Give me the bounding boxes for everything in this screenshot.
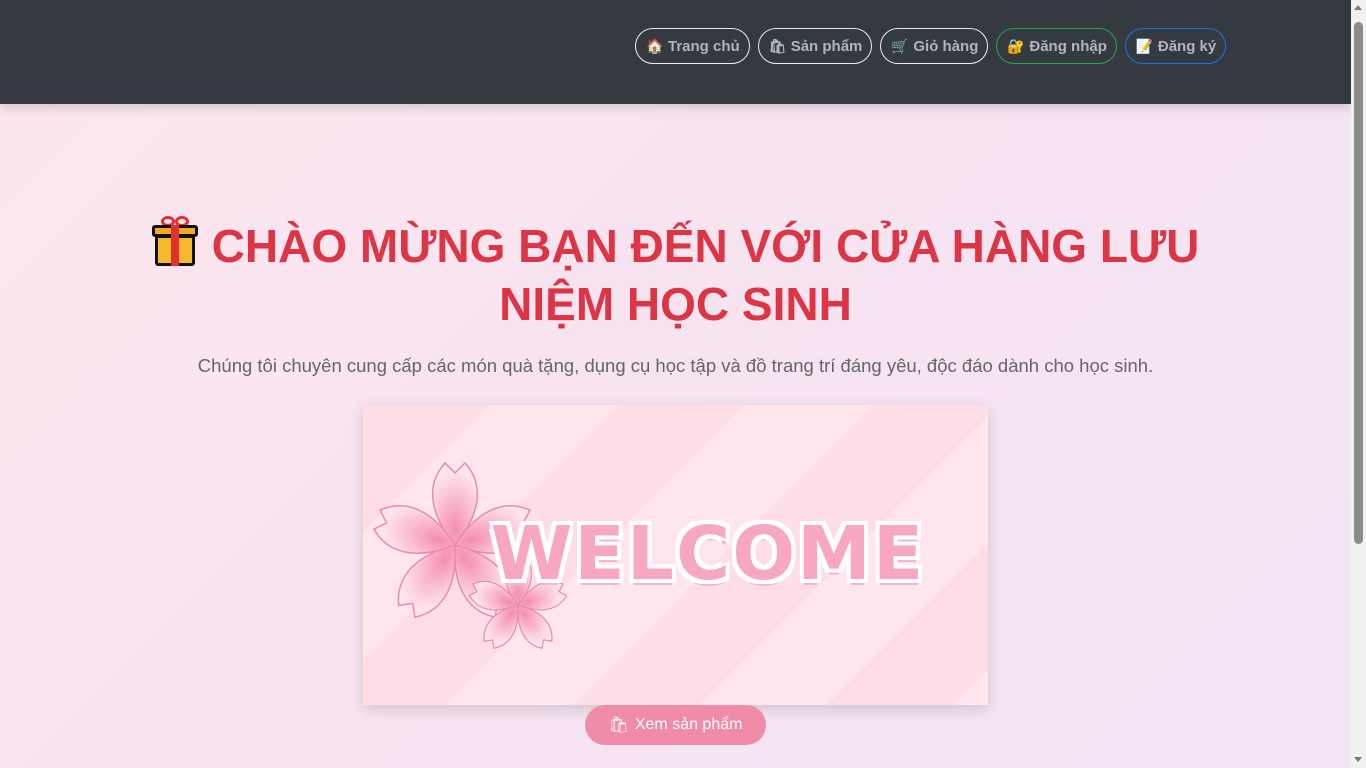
- page-title: CHÀO MỪNG BẠN ĐẾN VỚI CỬA HÀNG LƯU NIỆM …: [126, 216, 1226, 333]
- page-title-text: CHÀO MỪNG BẠN ĐẾN VỚI CỬA HÀNG LƯU NIỆM …: [211, 220, 1200, 330]
- gift-icon: [151, 216, 198, 266]
- memo-icon: 📝: [1135, 37, 1154, 54]
- shopping-bags-icon: 🛍: [768, 37, 787, 54]
- nav-products-button[interactable]: 🛍 Sản phẩm: [757, 28, 873, 64]
- house-icon: 🏠: [646, 37, 664, 54]
- welcome-banner-image: WELCOME: [363, 405, 988, 705]
- welcome-text: WELCOME: [490, 511, 926, 597]
- lock-icon: 🔐: [1007, 37, 1025, 54]
- scroll-down-arrow-icon[interactable]: [1354, 757, 1362, 762]
- nav-register-label: Đăng ký: [1157, 37, 1217, 55]
- vertical-scrollbar[interactable]: [1351, 0, 1366, 768]
- nav-login-label: Đăng nhập: [1029, 37, 1107, 55]
- top-navbar: 🏠 Trang chủ 🛍 Sản phẩm 🛒 Giỏ hàng 🔐 Đăng…: [0, 0, 1351, 104]
- nav-home-button[interactable]: 🏠 Trang chủ: [635, 28, 750, 64]
- nav-cart-button[interactable]: 🛒 Giỏ hàng: [880, 28, 989, 64]
- nav-home-label: Trang chủ: [668, 37, 740, 55]
- nav-products-label: Sản phẩm: [790, 37, 863, 55]
- scroll-up-arrow-icon[interactable]: [1354, 5, 1362, 10]
- scroll-thumb[interactable]: [1354, 22, 1363, 544]
- view-products-button[interactable]: 🛍 Xem sản phẩm: [585, 705, 766, 745]
- nav-cart-label: Giỏ hàng: [913, 37, 979, 55]
- cart-icon: 🛒: [891, 37, 909, 54]
- hero-section: CHÀO MỪNG BẠN ĐẾN VỚI CỬA HÀNG LƯU NIỆM …: [0, 104, 1351, 377]
- hero-subtitle: Chúng tôi chuyên cung cấp các món quà tặ…: [197, 355, 1154, 376]
- nav-menu: 🏠 Trang chủ 🛍 Sản phẩm 🛒 Giỏ hàng 🔐 Đăng…: [635, 28, 1227, 64]
- nav-login-button[interactable]: 🔐 Đăng nhập: [996, 28, 1117, 64]
- shopping-bags-icon: 🛍: [608, 717, 629, 734]
- view-products-label: Xem sản phẩm: [634, 716, 743, 733]
- nav-register-button[interactable]: 📝 Đăng ký: [1124, 28, 1227, 64]
